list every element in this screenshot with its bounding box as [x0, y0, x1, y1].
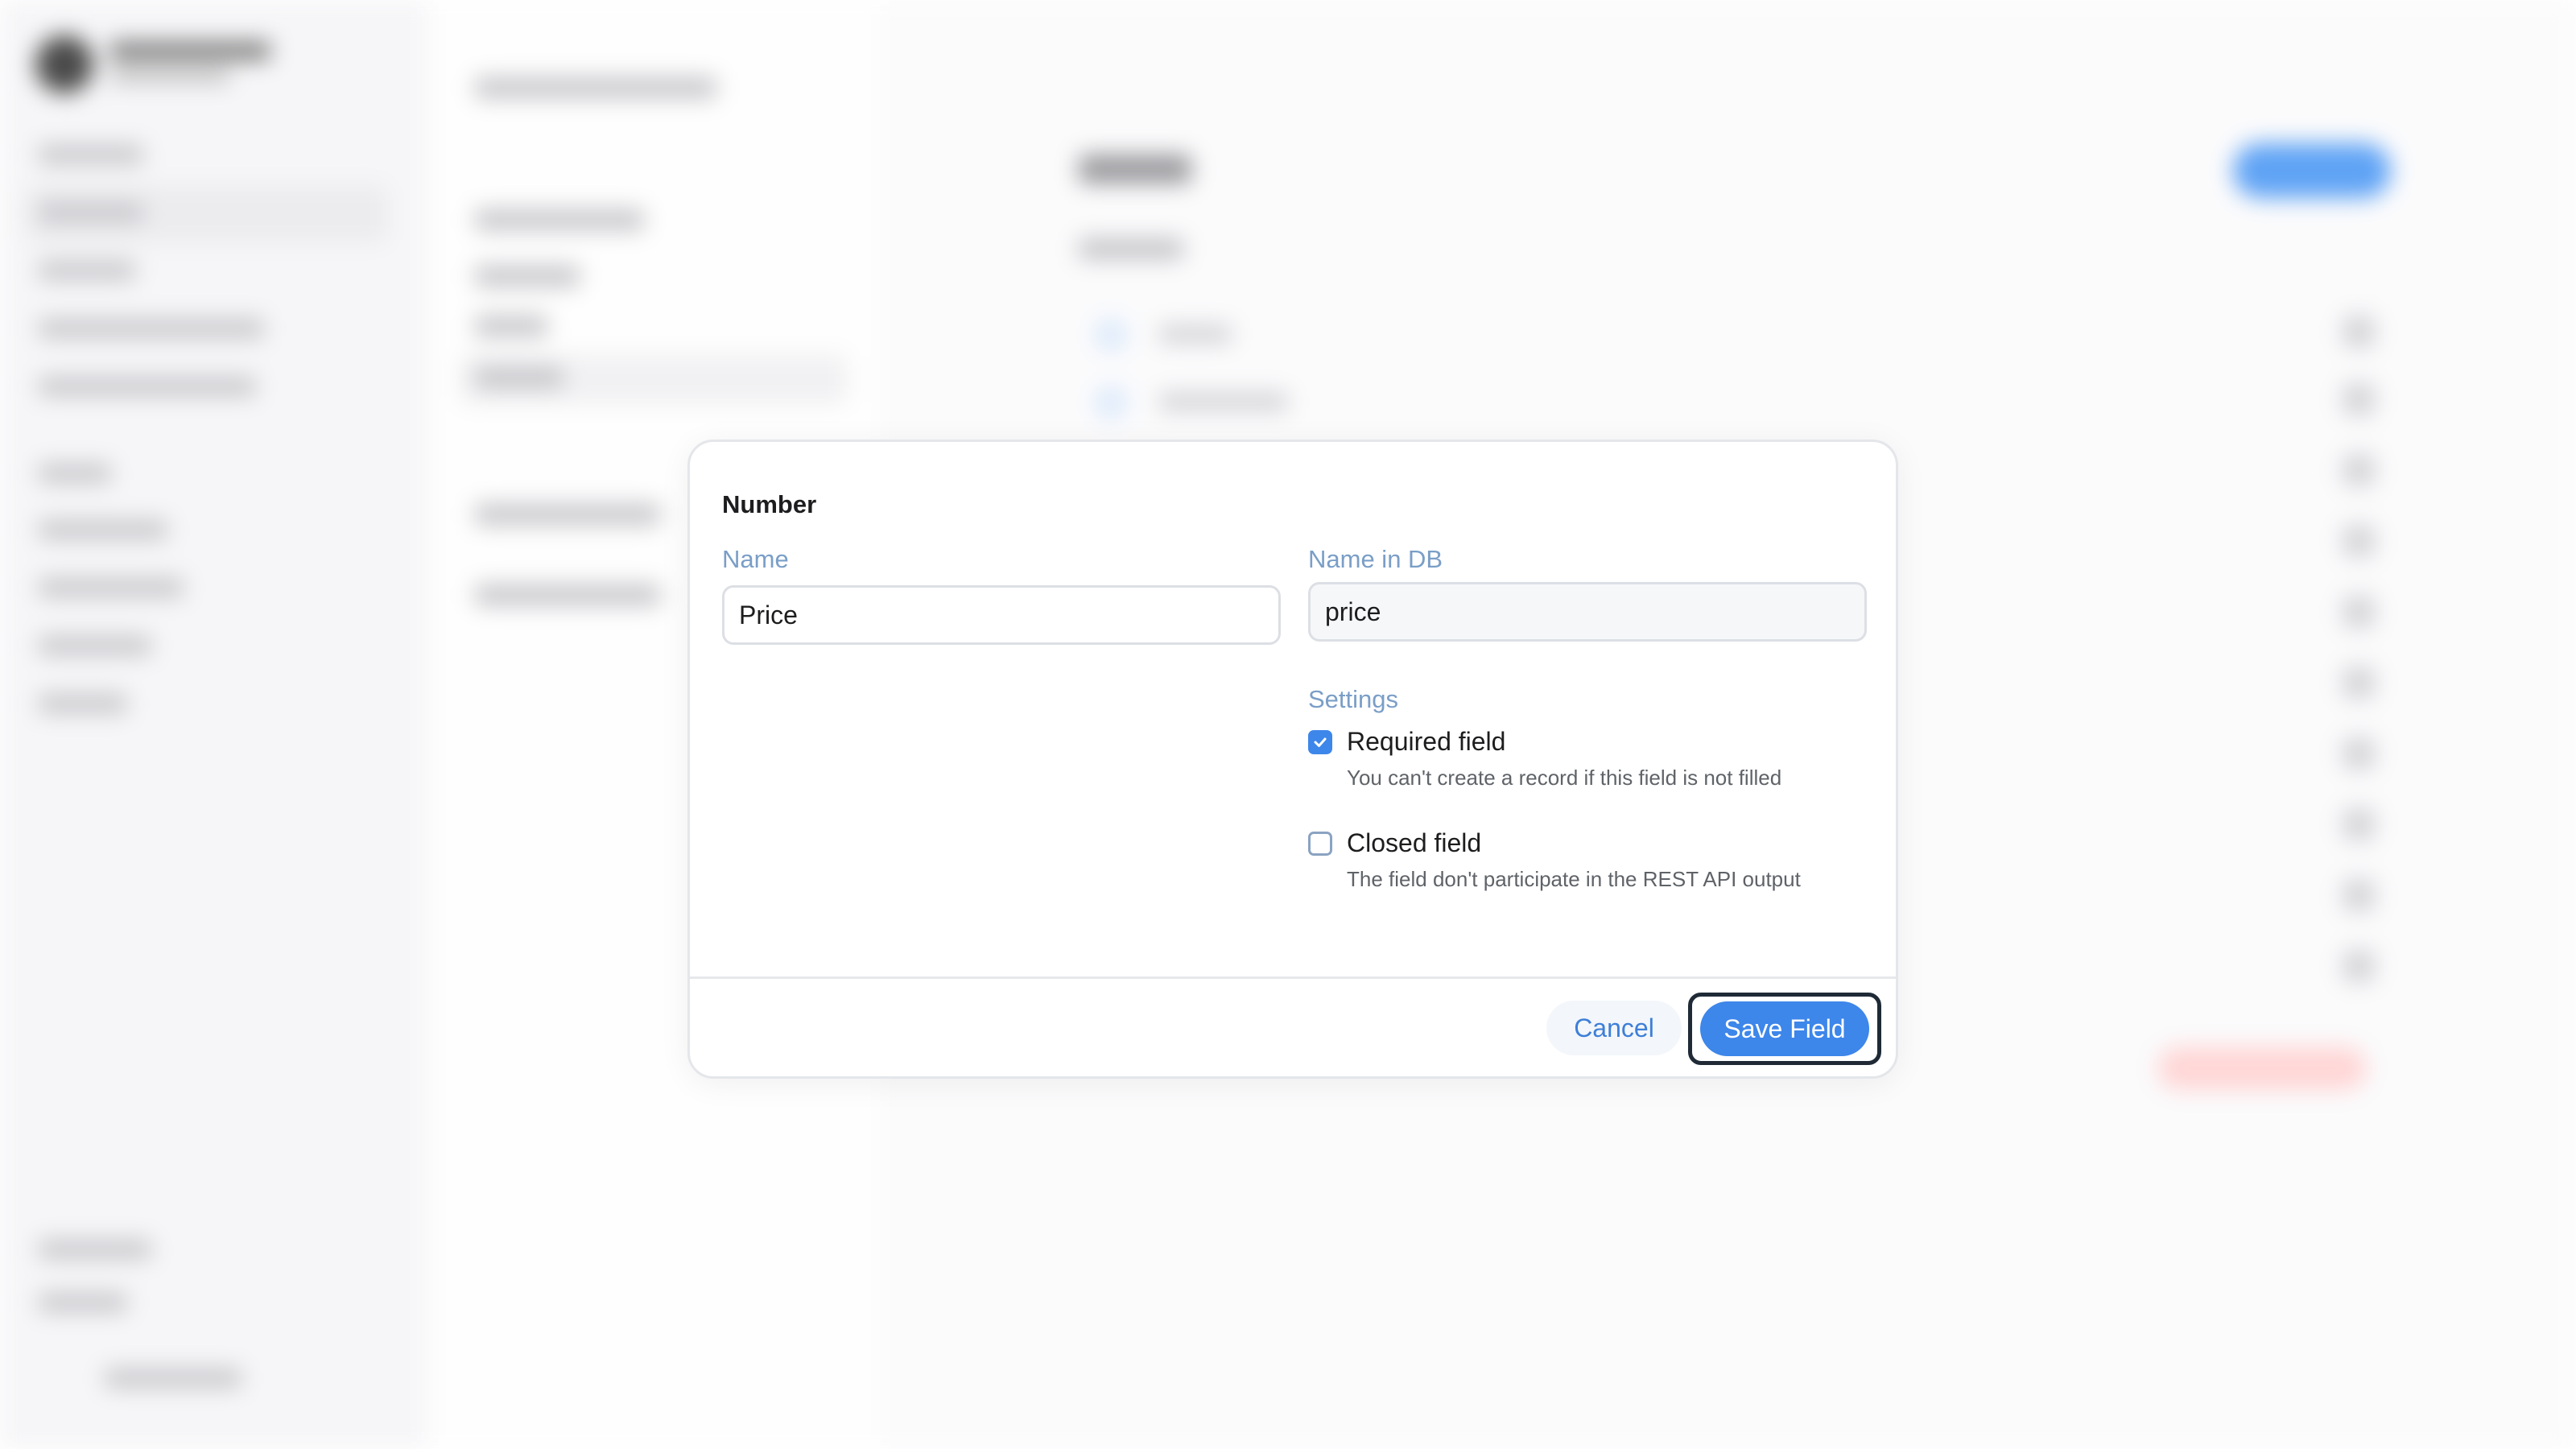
closed-field-label[interactable]: Closed field [1347, 828, 1481, 858]
main-title-placeholder [1079, 155, 1191, 184]
required-field-label[interactable]: Required field [1347, 727, 1505, 757]
db-name-label: Name in DB [1308, 545, 1443, 573]
collections-item-placeholder [475, 266, 580, 287]
workspace-sub-placeholder [109, 69, 230, 82]
number-field-dialog: Number Name Name in DB Settings Required… [687, 440, 1898, 1079]
dialog-title: Number [722, 490, 817, 518]
sidebar-user-placeholder [105, 1368, 242, 1388]
workspace-name-placeholder [109, 42, 270, 60]
sidebar-item-placeholder [39, 520, 167, 539]
collections-item-placeholder [475, 209, 644, 230]
row-icon-placeholder [2343, 737, 2375, 770]
checkmark-icon [1314, 737, 1327, 747]
field-name-placeholder [1159, 393, 1288, 411]
closed-field-checkbox[interactable] [1308, 832, 1332, 856]
row-icon-placeholder [2343, 525, 2375, 557]
row-icon-placeholder [2343, 950, 2375, 982]
row-icon-placeholder [2343, 596, 2375, 628]
field-name-placeholder [1159, 325, 1232, 343]
sidebar [0, 0, 420, 1449]
footer-divider [690, 976, 1896, 979]
sidebar-item-placeholder [39, 694, 127, 713]
sidebar-item-placeholder [39, 203, 143, 222]
cancel-button[interactable]: Cancel [1546, 1001, 1682, 1055]
workspace-avatar [35, 35, 93, 93]
field-icon-placeholder [1095, 386, 1127, 419]
row-icon-placeholder [2343, 454, 2375, 486]
db-name-input[interactable] [1308, 582, 1867, 642]
save-field-button[interactable]: Save Field [1700, 1001, 1869, 1056]
sidebar-item-placeholder [39, 1240, 151, 1259]
sidebar-section-placeholder [39, 464, 111, 483]
sidebar-item-placeholder [39, 261, 135, 280]
collections-search-placeholder [475, 77, 716, 98]
name-input[interactable] [722, 585, 1281, 645]
closed-field-description: The field don't participate in the REST … [1347, 867, 1801, 891]
settings-label: Settings [1308, 685, 1399, 713]
sidebar-item-placeholder [39, 377, 256, 396]
delete-button-placeholder [2157, 1046, 2367, 1090]
row-icon-placeholder [2343, 316, 2375, 348]
collections-item-placeholder [475, 504, 660, 525]
row-icon-placeholder [2343, 667, 2375, 699]
sidebar-item-placeholder [39, 145, 143, 164]
collections-item-placeholder [475, 367, 564, 388]
name-label: Name [722, 545, 789, 573]
save-button-focus-ring: Save Field [1688, 993, 1881, 1065]
main-subtitle-placeholder [1079, 238, 1183, 259]
collections-item-placeholder [475, 316, 547, 336]
field-icon-placeholder [1095, 319, 1127, 351]
add-field-button-placeholder [2233, 143, 2391, 198]
collections-item-placeholder [475, 584, 660, 605]
sidebar-item-placeholder [39, 319, 264, 338]
row-icon-placeholder [2343, 383, 2375, 415]
row-icon-placeholder [2343, 808, 2375, 840]
sidebar-item-placeholder [39, 578, 184, 597]
sidebar-item-placeholder [39, 636, 151, 655]
required-field-description: You can't create a record if this field … [1347, 766, 1782, 790]
row-icon-placeholder [2343, 879, 2375, 911]
sidebar-item-placeholder [39, 1293, 127, 1312]
required-field-checkbox[interactable] [1308, 730, 1332, 754]
